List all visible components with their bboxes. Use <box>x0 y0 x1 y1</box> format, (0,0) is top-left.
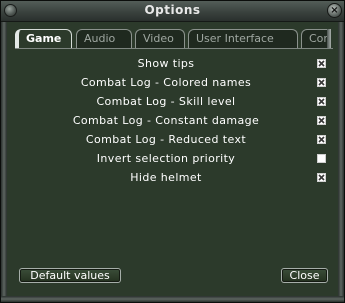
tab-bar: Game Audio Video User Interface Con <box>15 29 327 49</box>
option-label: Invert selection priority <box>96 152 236 165</box>
option-reduced-text: Combat Log - Reduced text <box>15 131 333 148</box>
option-label: Combat Log - Constant damage <box>72 114 260 127</box>
options-panel: Show tips Combat Log - Colored names Com… <box>15 48 333 276</box>
x-mark-icon <box>318 117 325 124</box>
tab-controls[interactable]: Con <box>301 29 327 48</box>
checkbox-constant-damage[interactable] <box>317 116 326 125</box>
tab-video[interactable]: Video <box>135 29 185 48</box>
option-show-tips: Show tips <box>15 55 333 72</box>
tab-audio[interactable]: Audio <box>76 29 132 48</box>
option-label: Hide helmet <box>130 171 202 184</box>
checkbox-hide-helmet[interactable] <box>317 173 326 182</box>
close-button[interactable]: Close <box>281 268 328 283</box>
x-mark-icon <box>318 136 325 143</box>
option-skill-level: Combat Log - Skill level <box>15 93 333 110</box>
x-mark-icon <box>318 174 325 181</box>
close-icon[interactable]: × <box>327 3 342 18</box>
window-title: Options <box>144 3 201 17</box>
frame-right-edge <box>338 22 344 302</box>
option-constant-damage: Combat Log - Constant damage <box>15 112 333 129</box>
checkbox-reduced-text[interactable] <box>317 135 326 144</box>
option-label: Show tips <box>137 57 195 70</box>
options-window: Options × Game Audio Video User Interfac… <box>0 0 345 303</box>
x-mark-icon <box>318 60 325 67</box>
option-label: Combat Log - Reduced text <box>85 133 247 146</box>
checkbox-invert-selection[interactable] <box>317 154 326 163</box>
option-label: Combat Log - Skill level <box>96 95 236 108</box>
tab-game[interactable]: Game <box>15 29 72 49</box>
tab-scroll-edge <box>327 29 331 49</box>
option-colored-names: Combat Log - Colored names <box>15 74 333 91</box>
checkbox-colored-names[interactable] <box>317 78 326 87</box>
frame-left-edge <box>1 22 7 302</box>
title-bar[interactable]: Options × <box>1 1 344 22</box>
checkbox-skill-level[interactable] <box>317 97 326 106</box>
option-invert-selection: Invert selection priority <box>15 150 333 167</box>
tab-user-interface[interactable]: User Interface <box>188 29 298 48</box>
x-mark-icon <box>318 79 325 86</box>
x-mark-icon <box>318 98 325 105</box>
frame-bottom-edge <box>1 296 344 302</box>
option-hide-helmet: Hide helmet <box>15 169 333 186</box>
option-label: Combat Log - Colored names <box>80 76 252 89</box>
default-values-button[interactable]: Default values <box>19 268 121 283</box>
checkbox-show-tips[interactable] <box>317 59 326 68</box>
